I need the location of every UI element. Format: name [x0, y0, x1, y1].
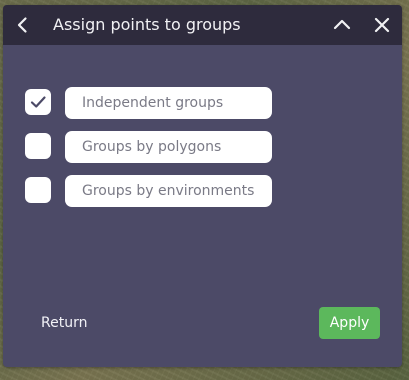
group-options-list: Independent groups Groups by polygons Gr… [25, 87, 285, 219]
groups-by-environments-label[interactable]: Groups by environments [65, 175, 272, 207]
collapse-button[interactable] [322, 5, 362, 45]
apply-button[interactable]: Apply [319, 307, 380, 339]
dialog-header: Assign points to groups [3, 5, 402, 45]
groups-by-polygons-label[interactable]: Groups by polygons [65, 131, 272, 163]
option-groups-by-environments[interactable]: Groups by environments [25, 175, 285, 207]
return-link[interactable]: Return [41, 314, 87, 332]
groups-by-environments-checkbox[interactable] [25, 177, 51, 203]
groups-by-polygons-checkbox[interactable] [25, 133, 51, 159]
back-button[interactable] [3, 5, 43, 45]
assign-points-dialog: Assign points to groups Independent grou… [3, 5, 402, 367]
dialog-title: Assign points to groups [53, 15, 241, 34]
independent-groups-label[interactable]: Independent groups [65, 87, 272, 119]
chevron-up-icon [333, 19, 351, 30]
checkmark-icon [30, 96, 46, 108]
chevron-left-icon [17, 17, 27, 33]
independent-groups-checkbox[interactable] [25, 89, 51, 115]
close-button[interactable] [362, 5, 402, 45]
close-icon [374, 17, 390, 33]
option-groups-by-polygons[interactable]: Groups by polygons [25, 131, 285, 163]
option-independent-groups[interactable]: Independent groups [25, 87, 285, 119]
